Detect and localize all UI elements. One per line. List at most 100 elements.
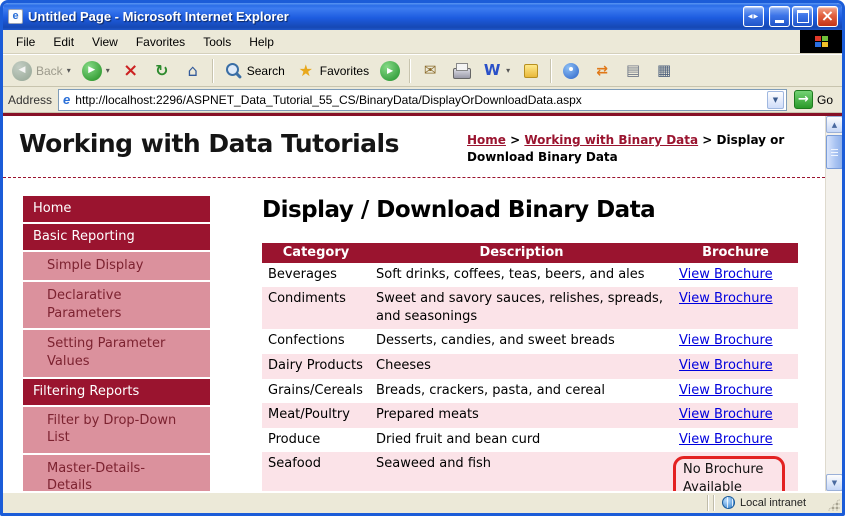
- categories-table: CategoryDescriptionBrochure BeveragesSof…: [262, 243, 798, 491]
- sidebar-item-filter-by-drop-down-list[interactable]: Filter by Drop-Down List: [23, 407, 210, 453]
- table-row: ProduceDried fruit and bean curdView Bro…: [262, 428, 798, 453]
- search-icon: [223, 61, 243, 81]
- sync-button[interactable]: ⇄: [587, 58, 617, 84]
- view-brochure-link[interactable]: View Brochure: [679, 333, 773, 348]
- forward-icon: ▶: [82, 61, 102, 81]
- intranet-globe-icon: [722, 496, 735, 509]
- tools-grid-button[interactable]: ▦: [649, 58, 679, 84]
- view-brochure-link[interactable]: View Brochure: [679, 383, 773, 398]
- favorites-label: Favorites: [320, 64, 369, 78]
- sidebar-item-setting-parameter-values[interactable]: Setting Parameter Values: [23, 330, 210, 376]
- menu-favorites[interactable]: Favorites: [127, 31, 194, 53]
- address-url: http://localhost:2296/ASPNET_Data_Tutori…: [75, 93, 762, 107]
- stop-button[interactable]: ×: [116, 58, 146, 84]
- table-row: Grains/CerealsBreads, crackers, pasta, a…: [262, 379, 798, 404]
- search-button[interactable]: Search: [218, 58, 290, 84]
- maximize-button[interactable]: [792, 6, 813, 27]
- close-button[interactable]: [817, 6, 838, 27]
- nav-arrows-button[interactable]: [743, 6, 764, 27]
- view-brochure-link[interactable]: View Brochure: [679, 291, 773, 306]
- view-brochure-link[interactable]: View Brochure: [679, 432, 773, 447]
- scroll-down-button[interactable]: ▼: [826, 474, 842, 491]
- media-icon: ▶: [380, 61, 400, 81]
- brochure-cell: View Brochure: [673, 329, 798, 354]
- browser-window: Untitled Page - Microsoft Internet Explo…: [0, 0, 845, 516]
- view-brochure-link[interactable]: View Brochure: [679, 407, 773, 422]
- menu-file[interactable]: File: [7, 31, 44, 53]
- table-row: CondimentsSweet and savory sauces, relis…: [262, 287, 798, 329]
- address-dropdown-button[interactable]: ▼: [767, 91, 784, 109]
- chevron-down-icon: ▾: [106, 66, 110, 75]
- sidebar-item-simple-display[interactable]: Simple Display: [23, 252, 210, 281]
- sidebar-item-home[interactable]: Home: [23, 196, 210, 222]
- brochure-cell: View Brochure: [673, 379, 798, 404]
- sidebar-item-declarative-parameters[interactable]: Declarative Parameters: [23, 282, 210, 328]
- site-header: Working with Data Tutorials Home > Worki…: [3, 116, 825, 178]
- menu-tools[interactable]: Tools: [194, 31, 240, 53]
- home-button[interactable]: ⌂: [178, 58, 208, 84]
- table-row: Meat/PoultryPrepared meats View Brochure: [262, 403, 798, 428]
- minimize-button[interactable]: [769, 6, 790, 27]
- description-cell: Prepared meats: [370, 403, 673, 428]
- view-brochure-link[interactable]: View Brochure: [679, 267, 773, 282]
- description-cell: Seaweed and fish: [370, 452, 673, 491]
- discuss-button[interactable]: [516, 58, 546, 84]
- scrollbar-thumb[interactable]: [826, 135, 842, 169]
- page-favicon-icon: e: [63, 92, 70, 107]
- category-cell: Meat/Poultry: [262, 403, 370, 428]
- mail-icon: ✉: [420, 61, 440, 81]
- table-row: Dairy ProductsCheesesView Brochure: [262, 354, 798, 379]
- title-bar[interactable]: Untitled Page - Microsoft Internet Explo…: [3, 3, 842, 30]
- mail-button[interactable]: ✉: [415, 58, 445, 84]
- description-cell: Cheeses: [370, 354, 673, 379]
- breadcrumb-separator: >: [506, 133, 524, 147]
- window-controls: [743, 6, 838, 27]
- category-cell: Confections: [262, 329, 370, 354]
- page-title: Display / Download Binary Data: [262, 197, 799, 223]
- refresh-icon: ↻: [152, 61, 172, 81]
- menu-bar: FileEditViewFavoritesToolsHelp: [3, 30, 842, 54]
- forward-button[interactable]: ▶▾: [77, 58, 115, 84]
- description-cell: Breads, crackers, pasta, and cereal: [370, 379, 673, 404]
- print-icon: [451, 61, 471, 81]
- breadcrumb-link-home[interactable]: Home: [467, 133, 506, 147]
- menu-edit[interactable]: Edit: [44, 31, 83, 53]
- tools-building-button[interactable]: ▤: [618, 58, 648, 84]
- vertical-scrollbar[interactable]: ▲ ▼: [825, 116, 842, 491]
- toolbar-separator: [409, 59, 411, 83]
- go-button[interactable]: → Go: [793, 89, 837, 110]
- sidebar-item-basic-reporting[interactable]: Basic Reporting: [23, 224, 210, 250]
- ie-page-icon: [8, 9, 23, 24]
- category-cell: Condiments: [262, 287, 370, 329]
- scroll-up-button[interactable]: ▲: [826, 116, 842, 133]
- toolbar-separator: [212, 59, 214, 83]
- toolbar-separator: [550, 59, 552, 83]
- building-icon: ▤: [623, 61, 643, 81]
- category-cell: Beverages: [262, 263, 370, 288]
- category-cell: Seafood: [262, 452, 370, 491]
- sidebar-item-filtering-reports[interactable]: Filtering Reports: [23, 379, 210, 405]
- table-row: SeafoodSeaweed and fishNo Brochure Avail…: [262, 452, 798, 491]
- address-input[interactable]: e http://localhost:2296/ASPNET_Data_Tuto…: [58, 89, 787, 111]
- brochure-cell: View Brochure: [673, 428, 798, 453]
- table-row: BeveragesSoft drinks, coffees, teas, bee…: [262, 263, 798, 288]
- sidebar-item-master-details-details[interactable]: Master-Details-Details: [23, 455, 210, 491]
- favorites-button[interactable]: ★ Favorites: [291, 58, 374, 84]
- main-content: Display / Download Binary Data CategoryD…: [262, 196, 825, 491]
- window-title: Untitled Page - Microsoft Internet Explo…: [28, 9, 738, 25]
- print-button[interactable]: [446, 58, 476, 84]
- menu-view[interactable]: View: [83, 31, 127, 53]
- media-button[interactable]: ▶: [375, 58, 405, 84]
- edit-with-word-button[interactable]: W▾: [477, 58, 515, 84]
- table-row: ConfectionsDesserts, candies, and sweet …: [262, 329, 798, 354]
- view-brochure-link[interactable]: View Brochure: [679, 358, 773, 373]
- favorites-icon: ★: [296, 61, 316, 81]
- breadcrumb-link-working-with-binary-data[interactable]: Working with Binary Data: [524, 133, 698, 147]
- menu-help[interactable]: Help: [240, 31, 283, 53]
- category-cell: Grains/Cereals: [262, 379, 370, 404]
- site-title: Working with Data Tutorials: [19, 129, 399, 158]
- column-header-description: Description: [370, 243, 673, 263]
- description-cell: Dried fruit and bean curd: [370, 428, 673, 453]
- messenger-button[interactable]: [556, 58, 586, 84]
- refresh-button[interactable]: ↻: [147, 58, 177, 84]
